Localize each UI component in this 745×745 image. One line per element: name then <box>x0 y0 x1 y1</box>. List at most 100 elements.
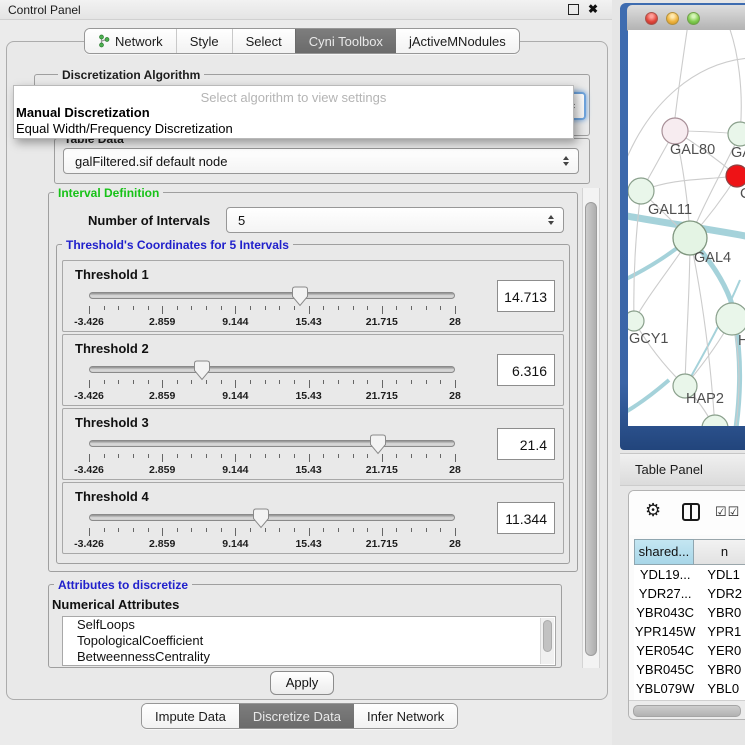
slider-track[interactable] <box>89 366 455 373</box>
slider-thumb[interactable] <box>291 286 309 307</box>
table-row[interactable]: YBR045CYBR0 <box>634 660 745 679</box>
table-row[interactable]: YDL19...YDL1 <box>634 565 745 584</box>
panel-title: Control Panel <box>8 3 81 17</box>
tab-cyni-toolbox[interactable]: Cyni Toolbox <box>295 29 396 53</box>
network-window-titlebar[interactable] <box>627 5 745 31</box>
table-panel-window: ⚙ ☑☑ shared... n YDL19...YDL1 YDR27...YD… <box>628 490 745 720</box>
dropdown-option-equal-width-frequency[interactable]: Equal Width/Frequency Discretization <box>16 121 233 136</box>
threshold-2-value-field[interactable]: 6.316 <box>497 354 555 386</box>
threshold-3-value-field[interactable]: 21.4 <box>497 428 555 460</box>
node-selected-red[interactable] <box>726 165 745 187</box>
slider-tick-labels: -3.426 2.859 9.144 15.43 21.715 28 <box>89 390 455 402</box>
slider-ticks <box>89 454 455 463</box>
table-horizontal-scrollbar[interactable] <box>629 700 745 719</box>
table-header-row: shared... n <box>634 539 745 565</box>
apply-button[interactable]: Apply <box>270 671 334 695</box>
tab-discretize-data[interactable]: Discretize Data <box>239 704 354 728</box>
threshold-4-panel: Threshold 4 -3.426 2.859 9.144 15.43 21.… <box>62 482 564 554</box>
attributes-list-scrollbar[interactable] <box>540 618 554 664</box>
table-row[interactable]: YPR145WYPR1 <box>634 622 745 641</box>
tab-network-label: Network <box>115 34 163 49</box>
table-row[interactable]: YBL079WYBL0 <box>634 679 745 698</box>
network-icon <box>98 34 110 48</box>
edge <box>728 30 741 134</box>
node[interactable] <box>702 415 728 426</box>
close-traffic-light-icon[interactable] <box>645 12 658 25</box>
threshold-4-slider[interactable]: -3.426 2.859 9.144 15.43 21.715 28 <box>89 509 455 551</box>
table-body[interactable]: YDL19...YDL1 YDR27...YDR2 YBR043CYBR0 YP… <box>634 565 745 701</box>
table-panel-header: Table Panel <box>620 453 745 486</box>
node-label: GAL4 <box>694 250 731 266</box>
number-of-intervals-label: Number of Intervals <box>88 213 210 228</box>
slider-thumb[interactable] <box>369 434 387 455</box>
tab-jactivemnodules[interactable]: jActiveMNodules <box>396 29 519 53</box>
threshold-1-value-field[interactable]: 14.713 <box>497 280 555 312</box>
slider-thumb[interactable] <box>193 360 211 381</box>
threshold-1-panel: Threshold 1 -3.426 2.859 9.144 15.43 21.… <box>62 260 564 332</box>
settings-scrollbar-thumb[interactable] <box>585 202 597 656</box>
table-row[interactable]: YER054CYER0 <box>634 641 745 660</box>
select-checkboxes-icon[interactable]: ☑☑ <box>715 504 740 520</box>
node-label: GA <box>731 145 745 161</box>
node[interactable] <box>728 122 745 146</box>
combo-arrows-icon <box>548 215 554 225</box>
tab-network[interactable]: Network <box>85 29 176 53</box>
slider-track[interactable] <box>89 514 455 521</box>
number-of-intervals-value: 5 <box>238 213 245 228</box>
node-label: C <box>740 186 745 202</box>
edge <box>685 238 690 386</box>
threshold-1-slider[interactable]: -3.426 2.859 9.144 15.43 21.715 28 <box>89 287 455 329</box>
control-panel-titlebar: Control Panel ✖ <box>0 0 612 20</box>
thresholds-group-label: Threshold's Coordinates for 5 Intervals <box>62 238 293 252</box>
slider-track[interactable] <box>89 292 455 299</box>
tab-select[interactable]: Select <box>232 29 295 53</box>
column-header-shared[interactable]: shared... <box>634 539 694 565</box>
control-panel: Control Panel ✖ Network Style Selec <box>0 0 612 745</box>
threshold-2-slider[interactable]: -3.426 2.859 9.144 15.43 21.715 28 <box>89 361 455 403</box>
node-gcy1[interactable] <box>628 311 644 331</box>
numerical-attributes-heading: Numerical Attributes <box>52 597 179 612</box>
close-icon[interactable]: ✖ <box>588 3 598 15</box>
dropdown-option-manual-discretization[interactable]: Manual Discretization <box>16 105 150 120</box>
edge <box>634 191 641 321</box>
screen: Control Panel ✖ Network Style Selec <box>0 0 745 745</box>
threshold-4-label: Threshold 4 <box>75 489 149 504</box>
gear-icon[interactable]: ⚙ <box>645 500 661 521</box>
slider-thumb[interactable] <box>252 508 270 529</box>
table-horizontal-scrollbar-thumb[interactable] <box>633 705 741 717</box>
column-header-name[interactable]: n <box>694 539 745 565</box>
float-window-icon[interactable] <box>568 4 579 15</box>
attributes-group-label: Attributes to discretize <box>54 578 192 592</box>
table-data-combobox[interactable]: galFiltered.sif default node <box>63 148 579 174</box>
table-row[interactable]: YDR27...YDR2 <box>634 584 745 603</box>
table-row[interactable]: YBR043CYBR0 <box>634 603 745 622</box>
node-label: GCY1 <box>629 331 669 347</box>
threshold-4-value-field[interactable]: 11.344 <box>497 502 555 534</box>
number-of-intervals-combobox[interactable]: 5 <box>226 207 564 233</box>
numerical-attributes-list[interactable]: SelfLoops TopologicalCoefficient Between… <box>62 616 556 666</box>
node-label: GAL80 <box>670 142 715 158</box>
slider-ticks <box>89 306 455 315</box>
slider-track[interactable] <box>89 440 455 447</box>
node[interactable] <box>716 303 745 335</box>
slider-tick-labels: -3.426 2.859 9.144 15.43 21.715 28 <box>89 538 455 550</box>
threshold-3-slider[interactable]: -3.426 2.859 9.144 15.43 21.715 28 <box>89 435 455 477</box>
node-gal80[interactable] <box>662 118 688 144</box>
tab-impute-data[interactable]: Impute Data <box>142 704 239 728</box>
list-item[interactable]: SelfLoops <box>63 617 555 633</box>
node-label: GAL11 <box>648 202 692 218</box>
columns-icon[interactable] <box>681 502 701 522</box>
tab-infer-network[interactable]: Infer Network <box>354 704 457 728</box>
zoom-traffic-light-icon[interactable] <box>687 12 700 25</box>
discretization-algorithm-group-label: Discretization Algorithm <box>58 68 204 82</box>
network-canvas[interactable]: GAL80 GA C GAL11 GAL4 H GCY1 HAP2 <box>628 30 745 426</box>
slider-ticks <box>89 380 455 389</box>
node-gal11[interactable] <box>628 178 654 204</box>
edge <box>628 380 669 414</box>
tab-style[interactable]: Style <box>176 29 232 53</box>
settings-scrollbar[interactable] <box>582 188 600 668</box>
list-item[interactable]: BetweennessCentrality <box>63 649 555 665</box>
minimize-traffic-light-icon[interactable] <box>666 12 679 25</box>
attributes-list-scrollbar-thumb[interactable] <box>543 620 552 652</box>
list-item[interactable]: TopologicalCoefficient <box>63 633 555 649</box>
